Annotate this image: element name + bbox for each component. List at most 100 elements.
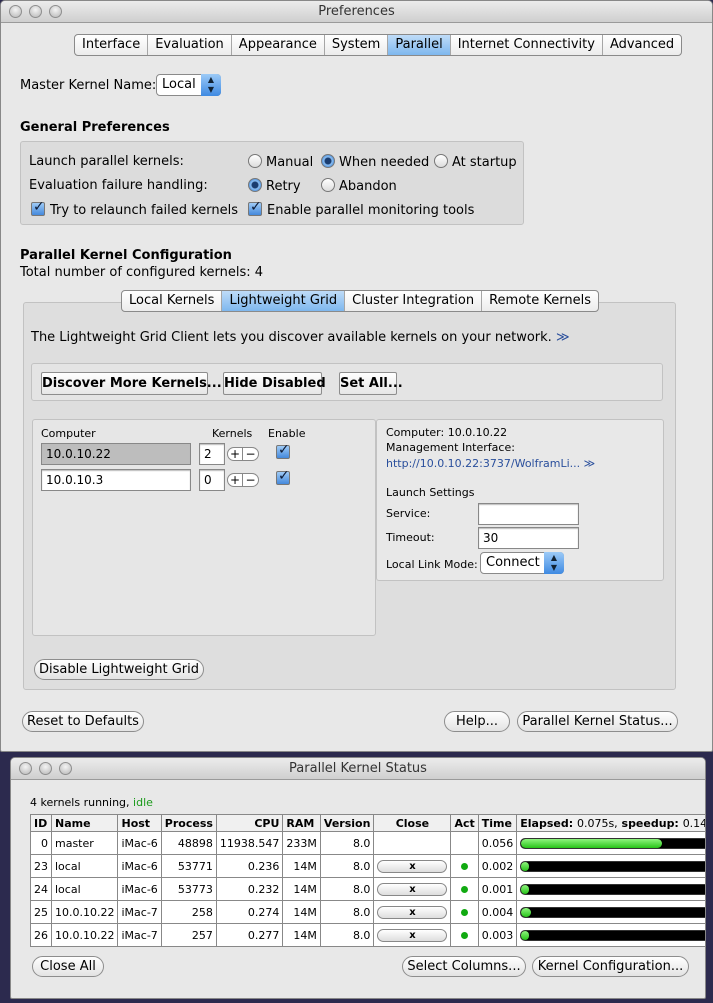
computer-name-field[interactable]: 10.0.10.22 — [41, 443, 191, 465]
col-id[interactable]: ID — [30, 814, 52, 832]
grid-toolbar: Discover More Kernels... Hide Disabled S… — [31, 363, 663, 401]
tab-advanced[interactable]: Advanced — [603, 35, 681, 55]
cell-version: 8.0 — [319, 900, 375, 924]
minimize-window-icon[interactable] — [39, 762, 52, 775]
elapsed-progress-fill — [521, 861, 529, 871]
col-close[interactable]: Close — [373, 814, 452, 832]
cell-id: 0 — [30, 831, 52, 855]
enable-checkbox[interactable] — [276, 468, 295, 487]
radio-when-needed[interactable]: When needed — [321, 154, 429, 170]
col-process[interactable]: Process — [160, 814, 217, 832]
radio-abandon[interactable]: Abandon — [321, 178, 397, 194]
tab-appearance[interactable]: Appearance — [232, 35, 325, 55]
col-host[interactable]: Host — [117, 814, 162, 832]
col-elapsed[interactable]: Elapsed: 0.075s, speedup: 0.14 — [516, 814, 705, 832]
management-url[interactable]: http://10.0.10.22:3737/WolframLi... — [386, 457, 580, 470]
minus-icon[interactable]: − — [243, 447, 259, 461]
tab-cluster-integration[interactable]: Cluster Integration — [345, 291, 483, 311]
zoom-window-icon[interactable] — [59, 762, 72, 775]
close-window-icon[interactable] — [19, 762, 32, 775]
timeout-input[interactable]: 30 — [478, 527, 579, 549]
kernel-count-field[interactable]: 2 — [199, 443, 225, 465]
checkbox-checked-icon — [31, 199, 45, 216]
cell-process: 258 — [160, 900, 217, 924]
elapsed-progress-fill — [521, 838, 662, 848]
set-all-button[interactable]: Set All... — [339, 372, 403, 395]
window-title: Preferences — [318, 4, 395, 19]
service-input[interactable] — [478, 503, 579, 525]
reset-to-defaults-button[interactable]: Reset to Defaults — [22, 711, 144, 732]
kernels-running-status: 4 kernels running, idle — [30, 796, 153, 809]
computer-column-header: Computer — [41, 427, 96, 440]
computer-list: Computer Kernels Enable 10.0.10.22 2 + −… — [32, 419, 376, 636]
cell-name: master — [50, 831, 119, 855]
disable-lightweight-grid-button[interactable]: Disable Lightweight Grid — [34, 659, 204, 680]
hide-disabled-button[interactable]: Hide Disabled — [223, 372, 326, 395]
kernel-count-stepper[interactable]: + − — [227, 473, 259, 487]
configuration-tab-bar: Local Kernels Lightweight Grid Cluster I… — [121, 290, 599, 312]
service-label: Service: — [386, 507, 431, 520]
minimize-window-icon[interactable] — [29, 5, 42, 18]
kernel-count-stepper[interactable]: + − — [227, 447, 259, 461]
more-info-link[interactable]: ≫ — [556, 330, 570, 345]
zoom-window-icon[interactable] — [49, 5, 62, 18]
col-act[interactable]: Act — [450, 814, 479, 832]
computer-name-field[interactable]: 10.0.10.3 — [41, 469, 191, 491]
table-row: 0 master iMac-6 48898 11938.547 233M 8.0 0.056 — [30, 831, 705, 855]
table-row: 26 10.0.10.22 iMac-7 257 0.277 14M 8.0 x 0.003 — [30, 923, 705, 947]
close-kernel-button[interactable]: x — [377, 906, 448, 919]
enable-checkbox[interactable] — [276, 442, 295, 461]
relaunch-checkbox[interactable]: Try to relaunch failed kernels — [31, 199, 238, 218]
close-kernel-button[interactable]: x — [377, 883, 448, 896]
kernel-count-field[interactable]: 0 — [199, 469, 225, 491]
radio-manual[interactable]: Manual — [248, 154, 313, 170]
cell-process: 53771 — [160, 854, 217, 878]
tab-remote-kernels[interactable]: Remote Kernels — [482, 291, 598, 311]
monitoring-checkbox[interactable]: Enable parallel monitoring tools — [248, 199, 474, 218]
tab-interface[interactable]: Interface — [75, 35, 149, 55]
select-columns-button[interactable]: Select Columns... — [402, 956, 526, 977]
table-header-row: ID Name Host Process CPU RAM Version Clo… — [30, 814, 705, 832]
cell-id: 26 — [30, 923, 52, 947]
col-ram[interactable]: RAM — [282, 814, 321, 832]
plus-icon[interactable]: + — [227, 473, 243, 487]
plus-icon[interactable]: + — [227, 447, 243, 461]
relaunch-checkbox-label: Try to relaunch failed kernels — [50, 203, 238, 218]
close-window-icon[interactable] — [9, 5, 22, 18]
parallel-kernel-status-button[interactable]: Parallel Kernel Status... — [517, 711, 678, 732]
cell-ram: 14M — [282, 854, 321, 878]
col-name[interactable]: Name — [50, 814, 119, 832]
col-cpu[interactable]: CPU — [215, 814, 284, 832]
cell-close: x — [373, 923, 452, 947]
management-more-link[interactable]: ≫ — [584, 457, 596, 470]
close-all-button[interactable]: Close All — [32, 956, 104, 977]
col-time[interactable]: Time — [477, 814, 518, 832]
tab-local-kernels[interactable]: Local Kernels — [122, 291, 223, 311]
activity-dot-icon — [461, 908, 469, 916]
tab-lightweight-grid[interactable]: Lightweight Grid — [222, 291, 346, 311]
master-kernel-select[interactable]: Local ▲ ▼ — [156, 74, 221, 96]
minus-icon[interactable]: − — [243, 473, 259, 487]
cell-id: 23 — [30, 854, 52, 878]
radio-at-startup-label: At startup — [452, 155, 517, 170]
col-version[interactable]: Version — [319, 814, 375, 832]
help-button[interactable]: Help... — [444, 711, 510, 732]
cell-ram: 14M — [282, 877, 321, 901]
tab-system[interactable]: System — [325, 35, 389, 55]
close-kernel-button[interactable]: x — [377, 860, 448, 873]
discover-kernels-button[interactable]: Discover More Kernels... — [41, 372, 222, 395]
tab-internet-connectivity[interactable]: Internet Connectivity — [451, 35, 603, 55]
management-interface-link[interactable]: http://10.0.10.22:3737/WolframLi... ≫ — [386, 457, 595, 470]
close-kernel-button[interactable]: x — [377, 929, 448, 942]
radio-retry[interactable]: Retry — [248, 178, 301, 194]
cell-cpu: 11938.547 — [215, 831, 284, 855]
management-interface-label: Management Interface: — [386, 441, 515, 454]
kernel-configuration-button[interactable]: Kernel Configuration... — [532, 956, 689, 977]
tab-parallel[interactable]: Parallel — [388, 35, 451, 55]
radio-at-startup[interactable]: At startup — [434, 154, 517, 170]
local-link-mode-select[interactable]: Connect ▲ ▼ — [480, 552, 564, 574]
status-titlebar: Parallel Kernel Status — [11, 758, 705, 780]
cell-close — [373, 831, 452, 855]
elapsed-label: Elapsed: — [520, 816, 574, 830]
tab-evaluation[interactable]: Evaluation — [148, 35, 232, 55]
